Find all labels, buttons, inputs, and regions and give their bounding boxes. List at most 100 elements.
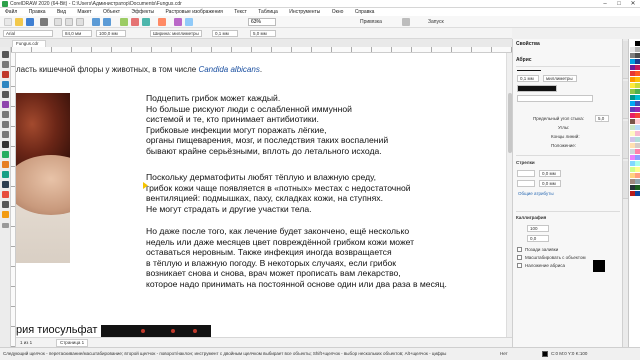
menu-view[interactable]: Вид xyxy=(52,8,71,16)
arrow-attributes-link[interactable]: Общие атрибуты xyxy=(518,191,554,196)
palette-swatch[interactable] xyxy=(635,53,640,58)
font-dropdown[interactable]: Arial xyxy=(3,30,53,37)
palette-swatch[interactable] xyxy=(635,185,640,190)
menu-file[interactable]: Файл xyxy=(0,8,22,16)
end-arrow-dropdown[interactable] xyxy=(517,180,535,187)
drawing-canvas[interactable]: ласть кишечной флоры у животных, в том ч… xyxy=(16,53,506,337)
parallel-dimension-icon[interactable] xyxy=(2,151,9,158)
copy-icon[interactable] xyxy=(65,18,73,26)
miter-limit-field[interactable]: 5,0 xyxy=(595,115,609,122)
bottom-heading-text[interactable]: рия тиосульфат xyxy=(16,324,97,336)
options-gear-icon[interactable] xyxy=(402,18,410,26)
menu-tools[interactable]: Инструменты xyxy=(284,8,325,16)
dark-image-strip[interactable] xyxy=(101,325,211,337)
outline-section-title[interactable]: Абрис xyxy=(516,57,532,63)
snap-to-dropdown[interactable]: Привязка xyxy=(360,18,390,26)
palette-swatch[interactable] xyxy=(635,89,640,94)
outline-width-dropdown[interactable]: 0,1 мм xyxy=(212,30,238,37)
menu-bitmaps[interactable]: Растровые изображения xyxy=(161,8,228,16)
color-eyedropper-icon[interactable] xyxy=(2,191,9,198)
menu-layout[interactable]: Макет xyxy=(72,8,96,16)
palette-swatch[interactable] xyxy=(635,101,640,106)
connector-tool-icon[interactable] xyxy=(2,161,9,168)
paragraph-text-1[interactable]: Подцепить грибок может каждый. Но больше… xyxy=(146,93,388,157)
paragraph-text-2[interactable]: Поскольку дерматофиты любят тёплую и вла… xyxy=(146,172,411,214)
palette-swatch[interactable] xyxy=(635,119,640,124)
print-icon[interactable] xyxy=(40,18,48,26)
menu-effects[interactable]: Эффекты xyxy=(126,8,159,16)
maximize-button[interactable]: □ xyxy=(612,0,626,7)
palette-swatch[interactable] xyxy=(635,173,640,178)
palette-swatch[interactable] xyxy=(635,47,640,52)
overprint-outline-checkbox[interactable] xyxy=(517,263,522,268)
transparency-tool-icon[interactable] xyxy=(2,181,9,188)
start-arrow-size[interactable]: 0,0 мм xyxy=(539,170,561,177)
arrows-section-title[interactable]: Стрелки xyxy=(516,160,535,165)
line-style-dropdown[interactable] xyxy=(517,95,593,102)
outline-color-swatch[interactable] xyxy=(542,351,548,357)
publish-pdf-icon[interactable] xyxy=(158,18,166,26)
crop-tool-icon[interactable] xyxy=(2,71,9,78)
palette-swatch[interactable] xyxy=(635,179,640,184)
page-tab-1[interactable]: Страница 1 xyxy=(56,339,89,347)
outline-width-field[interactable]: 0,1 мм xyxy=(517,75,539,82)
palette-swatch[interactable] xyxy=(635,161,640,166)
scale-with-object-checkbox[interactable] xyxy=(517,255,522,260)
height-field[interactable]: 100,0 мм xyxy=(96,30,126,37)
nudge-distance-field[interactable]: 5,0 мм xyxy=(250,30,276,37)
shape-tool-icon[interactable] xyxy=(2,61,9,68)
palette-swatch[interactable] xyxy=(635,65,640,70)
artistic-media-icon[interactable] xyxy=(2,101,9,108)
start-arrow-dropdown[interactable] xyxy=(517,170,535,177)
paragraph-text-3[interactable]: Но даже после того, как лечение будет за… xyxy=(146,226,447,290)
menu-edit[interactable]: Правка xyxy=(24,8,51,16)
zoom-tool-icon[interactable] xyxy=(2,81,9,88)
paste-icon[interactable] xyxy=(76,18,84,26)
text-tool-icon[interactable] xyxy=(2,141,9,148)
width-field[interactable]: 84,0 мм xyxy=(62,30,92,37)
palette-swatch[interactable] xyxy=(635,155,640,160)
palette-swatch[interactable] xyxy=(635,59,640,64)
palette-swatch[interactable] xyxy=(635,191,640,196)
redo-icon[interactable] xyxy=(103,18,111,26)
show-rulers-icon[interactable] xyxy=(185,18,193,26)
palette-swatch[interactable] xyxy=(635,107,640,112)
palette-swatch[interactable] xyxy=(635,77,640,82)
menu-text[interactable]: Текст xyxy=(229,8,252,16)
open-folder-icon[interactable] xyxy=(15,18,23,26)
menu-help[interactable]: Справка xyxy=(350,8,380,16)
zoom-level-dropdown[interactable]: 63% xyxy=(248,18,276,26)
fill-status[interactable]: Нет xyxy=(500,348,508,360)
palette-swatch[interactable] xyxy=(635,83,640,88)
save-icon[interactable] xyxy=(26,18,34,26)
smart-fill-icon[interactable] xyxy=(2,211,9,218)
calligraphy-section-title[interactable]: Каллиграфия xyxy=(516,215,546,220)
palette-swatch[interactable] xyxy=(635,95,640,100)
import-icon[interactable] xyxy=(131,18,139,26)
intro-text-line[interactable]: ласть кишечной флоры у животных, в том ч… xyxy=(16,65,262,74)
units-dropdown[interactable]: Ширина: миллиметры xyxy=(150,30,202,37)
palette-swatch[interactable] xyxy=(635,113,640,118)
pick-tool-icon[interactable] xyxy=(2,51,9,58)
palette-swatch[interactable] xyxy=(635,71,640,76)
ellipse-tool-icon[interactable] xyxy=(2,121,9,128)
freehand-tool-icon[interactable] xyxy=(2,91,9,98)
behind-fill-checkbox[interactable] xyxy=(517,247,522,252)
tab-fungus-cdr[interactable]: Fungus.cdr xyxy=(12,40,46,47)
interactive-fill-icon[interactable] xyxy=(2,201,9,208)
palette-swatch[interactable] xyxy=(635,41,640,46)
palette-swatch[interactable] xyxy=(635,143,640,148)
palette-swatch[interactable] xyxy=(635,149,640,154)
rectangle-tool-icon[interactable] xyxy=(2,111,9,118)
full-screen-icon[interactable] xyxy=(174,18,182,26)
blend-tool-icon[interactable] xyxy=(2,171,9,178)
polygon-tool-icon[interactable] xyxy=(2,131,9,138)
menu-window[interactable]: Окно xyxy=(327,8,349,16)
calligraphy-stretch-field[interactable]: 100 xyxy=(527,225,549,232)
menu-table[interactable]: Таблица xyxy=(253,8,283,16)
palette-swatch[interactable] xyxy=(635,125,640,130)
menu-object[interactable]: Объект xyxy=(98,8,125,16)
outline-color-dropdown[interactable] xyxy=(517,85,557,92)
palette-swatch[interactable] xyxy=(635,131,640,136)
palette-swatch[interactable] xyxy=(635,137,640,142)
